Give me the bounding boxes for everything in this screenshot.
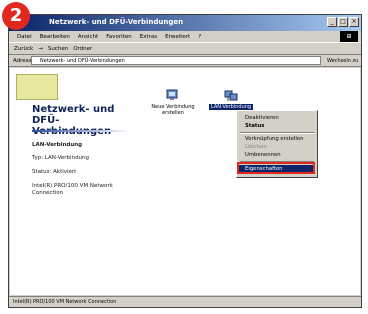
title-bar[interactable]: Netzwerk- und DFÜ-Verbindungen _ □ × xyxy=(9,15,361,31)
connection-device: Intel(R) PRO/100 VM Network Connection xyxy=(32,183,113,196)
menu-verknuepfung[interactable]: Verknüpfung erstellen xyxy=(245,136,304,142)
status-bar: Intel(R) PRO/100 VM Network Connection xyxy=(9,296,361,307)
menu-deaktivieren[interactable]: Deaktivieren xyxy=(245,115,279,121)
content-area: Netzwerk- und DFÜ-Verbindungen LAN-Verbi… xyxy=(10,68,360,295)
address-input[interactable]: Netzwerk- und DFÜ-Verbindungen xyxy=(31,56,321,65)
menu-extras[interactable]: Extras xyxy=(140,34,157,40)
go-button[interactable]: Wechseln zu xyxy=(327,58,358,64)
new-connection-icon[interactable] xyxy=(166,88,180,102)
close-button[interactable]: × xyxy=(349,17,359,27)
details-pane: Netzwerk- und DFÜ-Verbindungen LAN-Verbi… xyxy=(10,68,136,295)
toolbar: Zurück → Suchen Ordner xyxy=(9,42,361,55)
minimize-button[interactable]: _ xyxy=(327,17,337,27)
back-button[interactable]: Zurück xyxy=(14,46,33,52)
menu-umbenennen[interactable]: Umbenennen xyxy=(245,152,281,158)
forward-button[interactable]: → xyxy=(38,46,43,52)
address-bar: Adresse Netzwerk- und DFÜ-Verbindungen W… xyxy=(9,55,361,67)
menu-status[interactable]: Status xyxy=(245,123,264,129)
menu-datei[interactable]: Datei xyxy=(17,34,32,40)
divider xyxy=(32,130,132,132)
new-connection-label[interactable]: Neue Verbindung erstellen xyxy=(150,104,196,116)
highlight-frame xyxy=(237,162,315,174)
connection-title: LAN-Verbindung xyxy=(32,142,83,148)
network-folder-icon xyxy=(16,74,58,100)
menu-bearbeiten[interactable]: Bearbeiten xyxy=(40,34,70,40)
windows-logo-icon: ⊞ xyxy=(340,31,358,42)
pane-title: Netzwerk- und DFÜ-Verbindungen xyxy=(32,104,115,137)
menu-ansicht[interactable]: Ansicht xyxy=(78,34,98,40)
search-button[interactable]: Suchen xyxy=(48,46,68,52)
connection-status: Status: Aktiviert xyxy=(32,169,77,175)
step-badge: 2 xyxy=(2,2,30,30)
menu-separator xyxy=(240,132,314,134)
menu-loeschen[interactable]: Löschen xyxy=(245,144,267,150)
menu-favoriten[interactable]: Favoriten xyxy=(106,34,131,40)
menu-bar: Datei Bearbeiten Ansicht Favoriten Extra… xyxy=(9,31,361,42)
folders-button[interactable]: Ordner xyxy=(73,46,92,52)
maximize-button[interactable]: □ xyxy=(338,17,348,27)
lan-connection-icon[interactable] xyxy=(224,88,238,102)
menu-help[interactable]: ? xyxy=(198,34,201,40)
menu-erweitert[interactable]: Erweitert xyxy=(165,34,190,40)
explorer-window: Netzwerk- und DFÜ-Verbindungen _ □ × Dat… xyxy=(8,14,362,308)
window-title: Netzwerk- und DFÜ-Verbindungen xyxy=(49,18,184,26)
connection-type: Typ: LAN-Verbindung xyxy=(32,155,90,161)
